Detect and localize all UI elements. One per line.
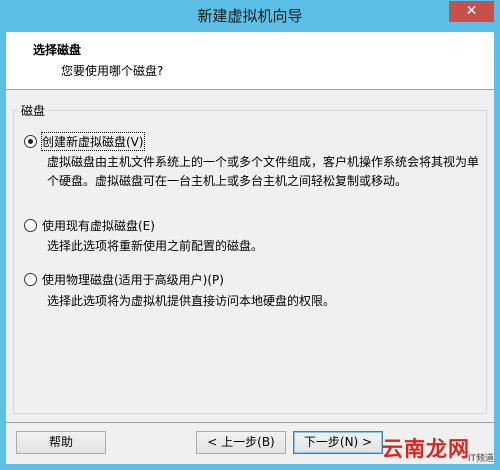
page-title: 选择磁盘 [33, 43, 82, 57]
close-icon: ✕ [465, 3, 478, 19]
option-desc-use-physical-disk: 选择此选项将为虚拟机提供直接访问本地硬盘的权限。 [47, 294, 336, 308]
footer-divider [6, 422, 494, 423]
wizard-window: 新建虚拟机向导 ✕ 选择磁盘 您要使用哪个磁盘? 磁盘 创建新虚拟磁盘(V) 虚… [0, 0, 500, 470]
watermark-text: 云南龙网 [382, 437, 470, 461]
radio-use-physical-disk[interactable] [24, 273, 37, 286]
option-label-use-physical-disk[interactable]: 使用物理磁盘(适用于高级用户)(P) [42, 271, 224, 288]
wizard-header: 选择磁盘 您要使用哪个磁盘? [6, 32, 494, 90]
group-legend: 磁盘 [18, 102, 49, 119]
page-subtitle: 您要使用哪个磁盘? [61, 64, 164, 78]
next-button[interactable]: 下一步(N) > [293, 431, 383, 454]
radio-use-existing-disk[interactable] [24, 219, 37, 232]
close-button[interactable]: ✕ [449, 1, 494, 22]
radio-create-new-disk[interactable] [24, 135, 37, 148]
watermark-sub: IT频道 [467, 454, 494, 464]
option-label-use-existing-disk[interactable]: 使用现有虚拟磁盘(E) [42, 217, 155, 234]
option-desc-use-existing-disk: 选择此选项将重新使用之前配置的磁盘。 [47, 239, 264, 253]
help-button[interactable]: 帮助 [16, 431, 106, 454]
disk-group: 磁盘 创建新虚拟磁盘(V) 虚拟磁盘由主机文件系统上的一个或多个文件组成，客户机… [13, 102, 487, 414]
window-title: 新建虚拟机向导 [197, 7, 303, 25]
title-bar[interactable]: 新建虚拟机向导 ✕ [0, 0, 500, 32]
wizard-client: 选择磁盘 您要使用哪个磁盘? 磁盘 创建新虚拟磁盘(V) 虚拟磁盘由主机文件系统… [6, 32, 494, 464]
option-label-create-new-disk[interactable]: 创建新虚拟磁盘(V) [41, 132, 145, 151]
back-button[interactable]: < 上一步(B) [196, 431, 286, 454]
option-desc-create-new-disk: 虚拟磁盘由主机文件系统上的一个或多个文件组成，客户机操作系统会将其视为单个硬盘。… [47, 155, 480, 188]
